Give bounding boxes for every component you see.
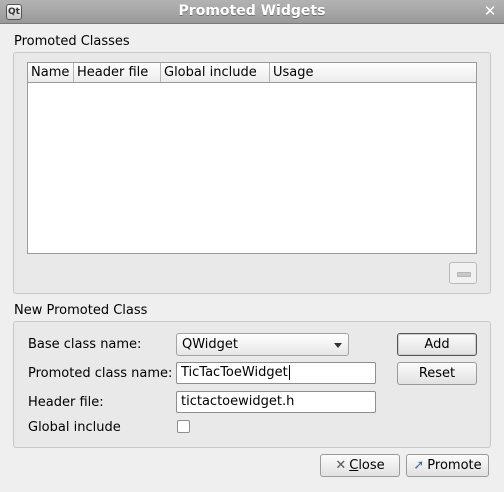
global-include-label: Global include: [28, 420, 121, 435]
close-x-icon: ✕: [335, 458, 347, 473]
table-header: Name Header file Global include Usage: [28, 63, 476, 83]
remove-class-button[interactable]: [449, 262, 477, 284]
promoted-class-value: TicTacToeWidget: [181, 365, 288, 380]
window-title: Promoted Widgets: [178, 3, 326, 19]
close-label: lose: [358, 458, 385, 473]
reset-button[interactable]: Reset: [397, 362, 477, 385]
column-header-usage[interactable]: Usage: [270, 63, 476, 82]
close-button[interactable]: ✕ Close: [320, 454, 400, 477]
close-mnemonic: C: [349, 458, 359, 473]
promoted-class-input[interactable]: TicTacToeWidget: [176, 362, 376, 384]
column-header-global-include[interactable]: Global include: [161, 63, 270, 82]
global-include-checkbox[interactable]: [177, 420, 190, 433]
header-file-label: Header file:: [28, 395, 104, 410]
close-window-icon[interactable]: ✕: [482, 3, 498, 19]
base-class-label: Base class name:: [28, 337, 142, 352]
promoted-class-label: Promoted class name:: [28, 366, 173, 381]
promoted-classes-table[interactable]: Name Header file Global include Usage: [27, 62, 477, 254]
promote-arrow-icon: ➚: [413, 458, 425, 473]
column-header-name[interactable]: Name: [28, 63, 74, 82]
header-file-value: tictactoewidget.h: [181, 394, 295, 409]
title-bar: Qt Promoted Widgets ✕: [0, 0, 504, 24]
header-file-input[interactable]: tictactoewidget.h: [176, 391, 376, 413]
promote-label: Promote: [427, 458, 482, 473]
chevron-down-icon: [334, 343, 342, 348]
promote-button[interactable]: ➚ Promote: [406, 454, 489, 477]
minus-icon: [457, 272, 471, 277]
base-class-value: QWidget: [182, 337, 239, 352]
column-header-header-file[interactable]: Header file: [74, 63, 161, 82]
base-class-combo[interactable]: QWidget: [176, 333, 349, 356]
promoted-classes-heading: Promoted Classes: [14, 34, 130, 49]
add-button[interactable]: Add: [397, 333, 477, 356]
new-promoted-class-heading: New Promoted Class: [14, 303, 148, 318]
text-cursor: [288, 365, 290, 380]
